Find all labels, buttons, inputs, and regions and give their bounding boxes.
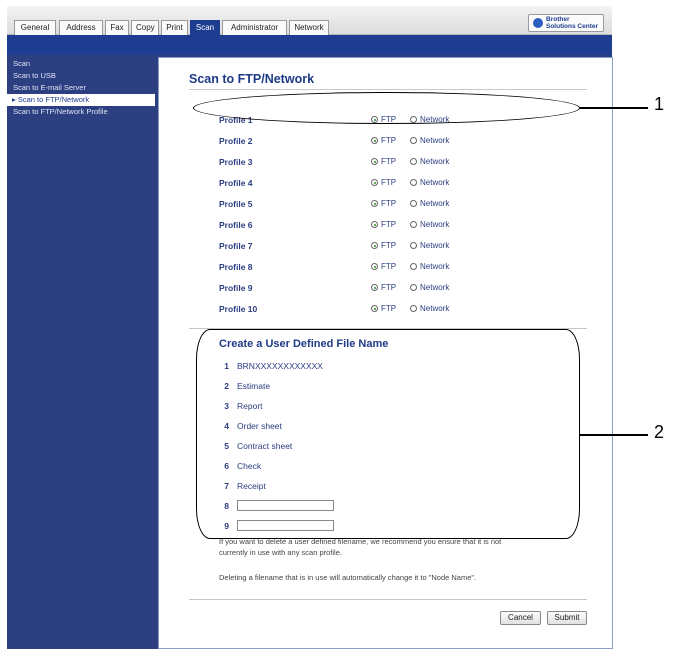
- sidebar-item-scan-to-usb[interactable]: Scan to USB: [7, 70, 155, 82]
- ftp-radio-label: FTP: [381, 178, 397, 187]
- profile-row: Profile 8 FTP Network: [219, 261, 519, 273]
- network-radio-label: Network: [420, 262, 450, 271]
- network-radio[interactable]: [410, 242, 417, 249]
- divider: [189, 599, 587, 600]
- tab-network[interactable]: Network: [289, 20, 329, 35]
- sidebar-item-scan-to-email-server[interactable]: Scan to E-mail Server: [7, 82, 155, 94]
- network-radio[interactable]: [410, 200, 417, 207]
- sidebar-item-scan[interactable]: Scan: [7, 58, 155, 70]
- ftp-radio[interactable]: [371, 263, 378, 270]
- profile-name: Profile 2: [219, 136, 253, 146]
- ftp-radio[interactable]: [371, 137, 378, 144]
- profile-row: Profile 6 FTP Network: [219, 219, 519, 231]
- network-radio[interactable]: [410, 221, 417, 228]
- brother-logo-icon: [533, 18, 543, 28]
- profile-row: Profile 7 FTP Network: [219, 240, 519, 252]
- ftp-radio-label: FTP: [381, 304, 397, 313]
- profile-name: Profile 7: [219, 241, 253, 251]
- profile-name: Profile 8: [219, 262, 253, 272]
- ftp-radio-label: FTP: [381, 136, 397, 145]
- profile-row: Profile 10 FTP Network: [219, 303, 519, 315]
- ftp-radio[interactable]: [371, 200, 378, 207]
- submit-button[interactable]: Submit: [547, 611, 587, 625]
- divider: [189, 89, 587, 90]
- solutions-center-label: Brother Solutions Center: [546, 16, 599, 30]
- ftp-radio-label: FTP: [381, 262, 397, 271]
- ftp-radio[interactable]: [371, 179, 378, 186]
- callout-line-2: [580, 434, 648, 436]
- profile-name: Profile 9: [219, 283, 253, 293]
- tab-administrator[interactable]: Administrator: [222, 20, 287, 35]
- network-radio[interactable]: [410, 305, 417, 312]
- ftp-radio[interactable]: [371, 158, 378, 165]
- network-radio-label: Network: [420, 304, 450, 313]
- profile-row: Profile 4 FTP Network: [219, 177, 519, 189]
- ftp-radio-label: FTP: [381, 157, 397, 166]
- ftp-radio-label: FTP: [381, 283, 397, 292]
- page-title: Scan to FTP/Network: [189, 72, 315, 86]
- solutions-center-button[interactable]: Brother Solutions Center: [528, 14, 604, 32]
- network-radio-label: Network: [420, 241, 450, 250]
- callout-oval-2: [196, 329, 580, 539]
- profile-name: Profile 3: [219, 157, 253, 167]
- sidebar-item-scan-to-ftp-network-profile[interactable]: Scan to FTP/Network Profile: [7, 106, 155, 118]
- profile-name: Profile 5: [219, 199, 253, 209]
- tab-copy[interactable]: Copy: [131, 20, 159, 35]
- profile-name: Profile 4: [219, 178, 253, 188]
- callout-oval-1: [193, 92, 580, 124]
- network-radio[interactable]: [410, 158, 417, 165]
- callout-number-2: 2: [654, 422, 665, 442]
- note-text: currently in use with any scan profile.: [219, 548, 342, 557]
- ftp-radio[interactable]: [371, 242, 378, 249]
- network-radio[interactable]: [410, 179, 417, 186]
- ftp-radio[interactable]: [371, 221, 378, 228]
- sidebar-item-scan-to-ftp-network[interactable]: ▸ Scan to FTP/Network: [7, 94, 155, 106]
- network-radio[interactable]: [410, 263, 417, 270]
- tab-general[interactable]: General: [14, 20, 56, 35]
- tab-print[interactable]: Print: [161, 20, 188, 35]
- ftp-radio-label: FTP: [381, 199, 397, 208]
- ftp-radio-label: FTP: [381, 220, 397, 229]
- tab-address[interactable]: Address: [59, 20, 103, 35]
- sidebar: Scan Scan to USB Scan to E-mail Server ▸…: [7, 58, 155, 118]
- profile-row: Profile 3 FTP Network: [219, 156, 519, 168]
- network-radio[interactable]: [410, 137, 417, 144]
- network-radio[interactable]: [410, 284, 417, 291]
- tab-strip: [7, 35, 612, 55]
- profile-row: Profile 2 FTP Network: [219, 135, 519, 147]
- network-radio-label: Network: [420, 157, 450, 166]
- ftp-radio-label: FTP: [381, 241, 397, 250]
- profile-name: Profile 10: [219, 304, 258, 314]
- top-bar: General Address Fax Copy Print Scan Admi…: [7, 6, 612, 36]
- network-radio-label: Network: [420, 220, 450, 229]
- profile-row: Profile 5 FTP Network: [219, 198, 519, 210]
- network-radio-label: Network: [420, 136, 450, 145]
- ftp-radio[interactable]: [371, 305, 378, 312]
- network-radio-label: Network: [420, 178, 450, 187]
- network-radio-label: Network: [420, 199, 450, 208]
- tab-fax[interactable]: Fax: [105, 20, 129, 35]
- note-text: Deleting a filename that is in use will …: [219, 573, 477, 582]
- cancel-button[interactable]: Cancel: [500, 611, 541, 625]
- profile-row: Profile 9 FTP Network: [219, 282, 519, 294]
- ftp-radio[interactable]: [371, 284, 378, 291]
- callout-line-1: [580, 107, 648, 109]
- profile-name: Profile 6: [219, 220, 253, 230]
- tab-scan[interactable]: Scan: [190, 20, 220, 36]
- callout-number-1: 1: [654, 94, 665, 114]
- network-radio-label: Network: [420, 283, 450, 292]
- sidebar-item-label: Scan to FTP/Network: [17, 95, 90, 104]
